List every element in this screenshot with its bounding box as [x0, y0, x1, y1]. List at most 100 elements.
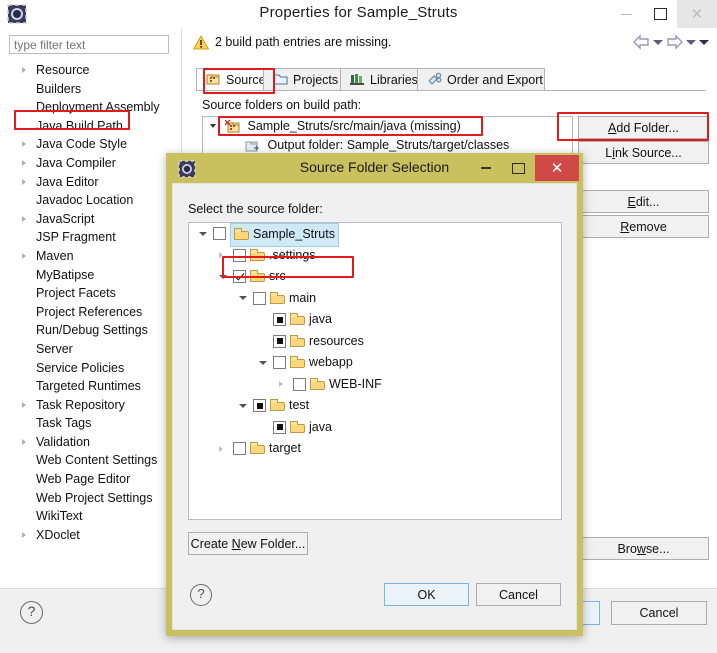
back-arrow-icon[interactable] [633, 34, 650, 50]
tab-libraries[interactable]: Libraries [340, 68, 418, 91]
dialog-minimize-button[interactable] [469, 155, 502, 181]
folder-tree-row[interactable]: java [189, 309, 561, 331]
expand-arrow-icon[interactable] [22, 401, 26, 408]
browse-button[interactable]: Browse... [578, 537, 709, 560]
folder-tree-row[interactable]: main [189, 288, 561, 310]
sidebar-item-task-repository[interactable]: Task Repository [0, 396, 181, 415]
sidebar-item-project-facets[interactable]: Project Facets [0, 284, 181, 303]
expand-arrow-icon[interactable] [22, 531, 26, 538]
sidebar-item-validation[interactable]: Validation [0, 433, 181, 452]
dialog-close-button[interactable]: ✕ [535, 155, 579, 181]
remove-button[interactable]: Remove [578, 215, 709, 238]
folder-tree-row[interactable]: WEB-INF [189, 374, 561, 396]
dialog-help-icon[interactable]: ? [190, 584, 212, 606]
sidebar-item-java-build-path[interactable]: Java Build Path [0, 117, 181, 136]
folder-label-wrap[interactable]: test [270, 395, 309, 417]
folder-tree[interactable]: Sample_Struts .settings src main java resourc… [188, 222, 562, 520]
sidebar-item-service-policies[interactable]: Service Policies [0, 359, 181, 378]
link-source-button[interactable]: Link Source... [578, 141, 709, 164]
close-button[interactable]: ✕ [677, 0, 717, 28]
expand-twisty-icon[interactable] [279, 381, 283, 387]
dialog-ok-button[interactable]: OK [384, 583, 469, 606]
create-new-folder-button[interactable]: Create New Folder... [188, 532, 308, 555]
minimize-button[interactable] [609, 0, 643, 28]
sidebar-item-task-tags[interactable]: Task Tags [0, 414, 181, 433]
collapse-twisty-icon[interactable] [199, 231, 207, 236]
sidebar-item-java-compiler[interactable]: Java Compiler [0, 154, 181, 173]
folder-checkbox[interactable] [213, 227, 226, 240]
sidebar-item-resource[interactable]: Resource [0, 61, 181, 80]
folder-tree-row[interactable]: src [189, 266, 561, 288]
expand-twisty-icon[interactable] [219, 252, 223, 258]
add-folder-button[interactable]: Add Folder... [578, 116, 709, 139]
folder-checkbox[interactable] [253, 399, 266, 412]
folder-label-wrap[interactable]: Sample_Struts [230, 223, 339, 247]
folder-tree-row[interactable]: test [189, 395, 561, 417]
folder-tree-row[interactable]: .settings [189, 245, 561, 267]
sidebar-item-wikitext[interactable]: WikiText [0, 507, 181, 526]
sidebar-item-builders[interactable]: Builders [0, 80, 181, 99]
view-menu-icon[interactable] [699, 39, 709, 45]
sidebar-item-java-code-style[interactable]: Java Code Style [0, 135, 181, 154]
folder-label-wrap[interactable]: main [270, 288, 316, 310]
forward-arrow-icon[interactable] [666, 34, 683, 50]
folder-checkbox[interactable] [293, 377, 306, 391]
folder-checkbox[interactable] [273, 334, 286, 348]
folder-tree-row[interactable]: webapp [189, 352, 561, 374]
dialog-cancel-button[interactable]: Cancel [476, 583, 561, 606]
filter-input[interactable] [9, 35, 169, 54]
folder-tree-row[interactable]: java [189, 417, 561, 439]
folder-checkbox[interactable] [273, 420, 286, 434]
sidebar-item-jsp-fragment[interactable]: JSP Fragment [0, 228, 181, 247]
expand-arrow-icon[interactable] [22, 215, 26, 222]
folder-checkbox[interactable] [253, 291, 266, 305]
folder-label-wrap[interactable]: webapp [290, 352, 353, 374]
tab-source[interactable]: Source [196, 68, 266, 91]
sidebar-item-javadoc-location[interactable]: Javadoc Location [0, 191, 181, 210]
cancel-button[interactable]: Cancel [611, 601, 707, 625]
sidebar-item-java-editor[interactable]: Java Editor [0, 173, 181, 192]
expand-twisty-icon[interactable] [219, 445, 223, 452]
sidebar-item-project-references[interactable]: Project References [0, 303, 181, 322]
sidebar-item-mybatipse[interactable]: MyBatipse [0, 266, 181, 285]
expand-arrow-icon[interactable] [22, 159, 26, 166]
folder-tree-row[interactable]: target [189, 438, 561, 460]
collapse-twisty-icon[interactable] [219, 274, 227, 279]
sidebar-item-web-content-settings[interactable]: Web Content Settings [0, 451, 181, 470]
sidebar-item-maven[interactable]: Maven [0, 247, 181, 266]
sidebar-item-web-project-settings[interactable]: Web Project Settings [0, 489, 181, 508]
expand-twisty-icon[interactable] [210, 124, 216, 128]
folder-label-wrap[interactable]: WEB-INF [310, 374, 382, 396]
edit-button[interactable]: Edit... [578, 190, 709, 213]
folder-label-wrap[interactable]: .settings [250, 245, 316, 267]
expand-arrow-icon[interactable] [22, 438, 26, 445]
dialog-maximize-button[interactable] [502, 155, 535, 181]
sidebar-item-run-debug-settings[interactable]: Run/Debug Settings [0, 321, 181, 340]
folder-label-wrap[interactable]: java [290, 309, 332, 331]
maximize-button[interactable] [643, 0, 677, 28]
folder-label-wrap[interactable]: java [290, 417, 332, 439]
folder-checkbox[interactable] [233, 270, 246, 283]
tab-projects[interactable]: Projects [263, 68, 341, 91]
folder-checkbox[interactable] [273, 313, 286, 326]
expand-arrow-icon[interactable] [22, 67, 26, 73]
sidebar-item-javascript[interactable]: JavaScript [0, 210, 181, 229]
tab-order-and-export[interactable]: Order and Export [417, 68, 545, 91]
folder-checkbox[interactable] [233, 442, 246, 455]
source-folder-entry[interactable]: Sample_Struts/src/main/java (missing) [203, 117, 572, 136]
sidebar-item-deployment-assembly[interactable]: Deployment Assembly [0, 98, 181, 117]
sidebar-item-server[interactable]: Server [0, 340, 181, 359]
expand-arrow-icon[interactable] [22, 178, 26, 185]
folder-label-wrap[interactable]: src [250, 266, 286, 288]
folder-label-wrap[interactable]: resources [290, 331, 364, 353]
sidebar-item-xdoclet[interactable]: XDoclet [0, 526, 181, 545]
folder-tree-row[interactable]: Sample_Struts [189, 223, 561, 247]
collapse-twisty-icon[interactable] [239, 403, 247, 408]
help-icon[interactable]: ? [20, 601, 43, 624]
sidebar-item-web-page-editor[interactable]: Web Page Editor [0, 470, 181, 489]
expand-arrow-icon[interactable] [22, 141, 26, 148]
forward-dropdown-icon[interactable] [686, 39, 696, 45]
collapse-twisty-icon[interactable] [259, 360, 267, 365]
folder-checkbox[interactable] [273, 356, 286, 369]
collapse-twisty-icon[interactable] [239, 296, 247, 300]
